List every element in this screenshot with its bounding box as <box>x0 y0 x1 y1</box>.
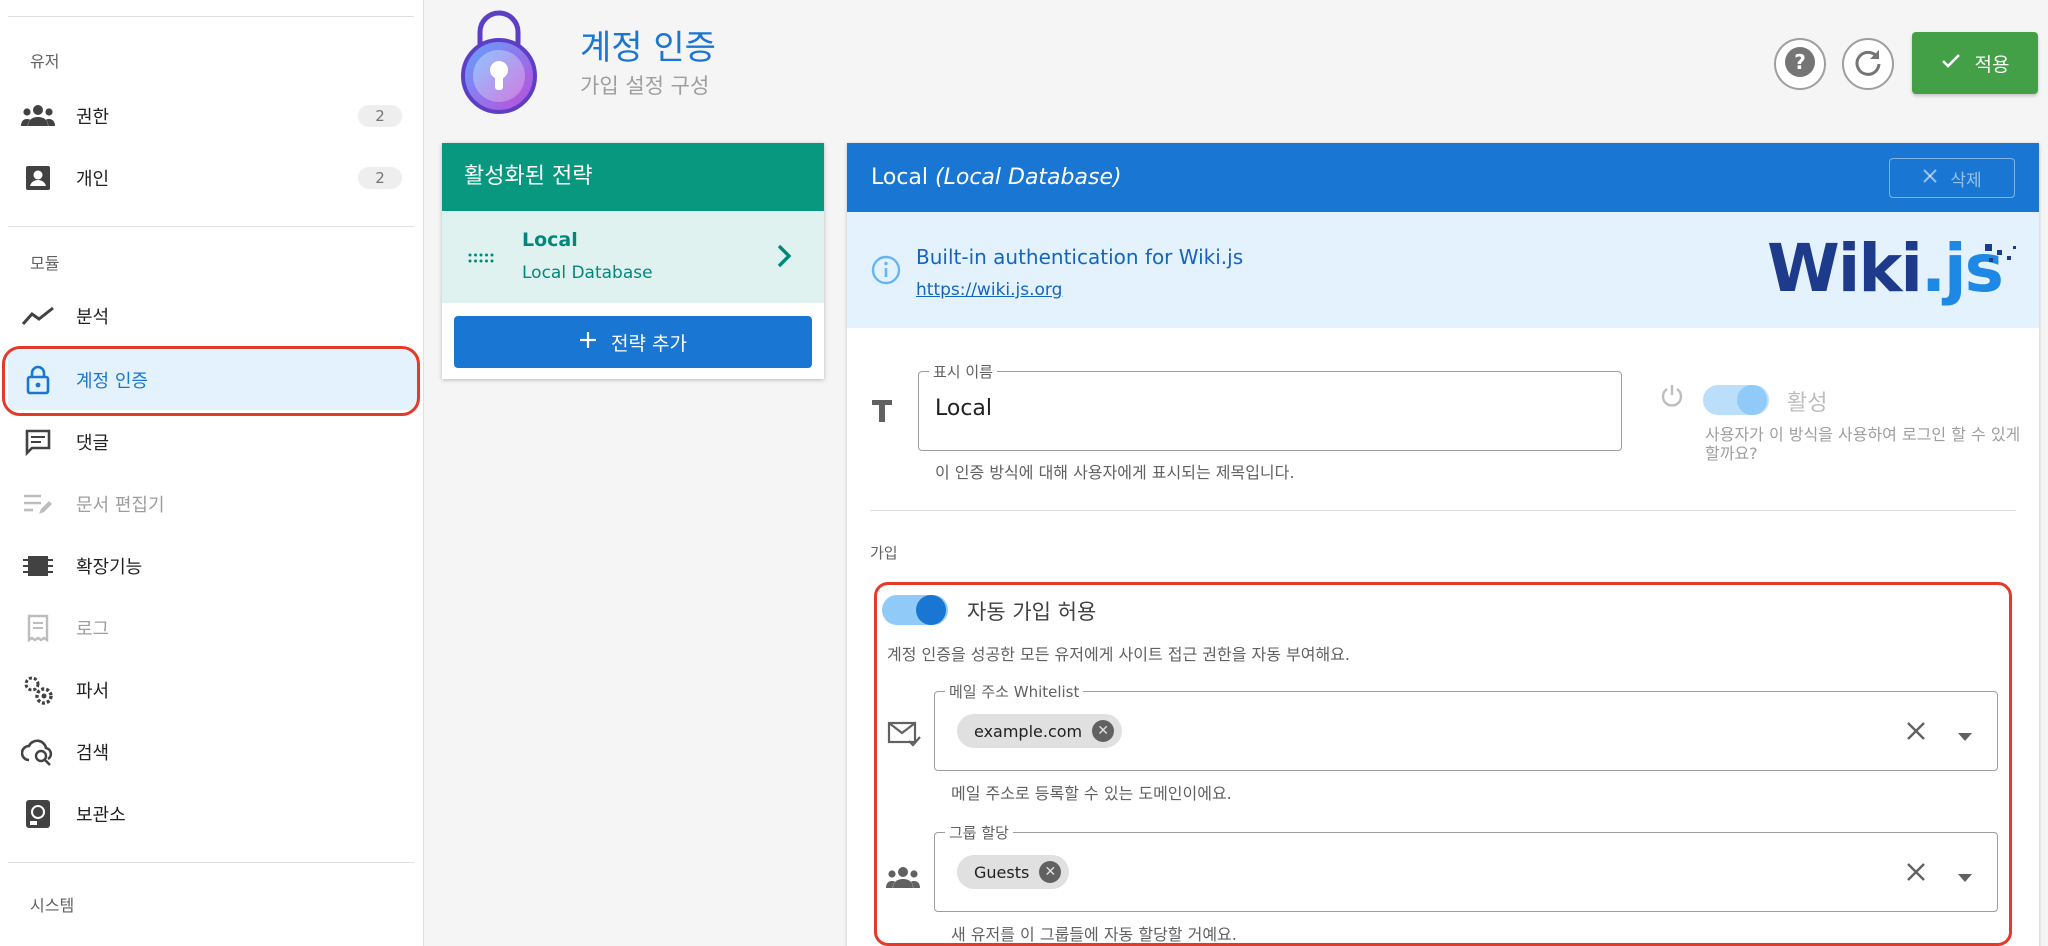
section-system-label: 시스템 <box>30 896 75 915</box>
help-icon: ? <box>1784 46 1816 82</box>
chip-icon <box>20 550 56 582</box>
sidebar-item-label: 검색 <box>76 743 110 764</box>
sidebar-item-comments[interactable]: 댓글 <box>8 412 418 472</box>
highlight-outline <box>874 582 2012 946</box>
active-label: 활성 <box>1787 391 1828 416</box>
groups-icon <box>20 100 56 132</box>
strategy-item-local[interactable]: Local Local Database <box>442 211 824 303</box>
sidebar-item-label: 개인 <box>76 169 110 190</box>
plus-icon <box>579 331 597 354</box>
edit-note-icon <box>20 488 56 520</box>
sidebar-item-rendering[interactable]: 파서 <box>8 660 418 720</box>
strategy-title: Local <box>871 165 929 190</box>
check-icon <box>1941 52 1961 74</box>
info-icon <box>871 255 901 289</box>
info-banner: Built-in authentication for Wiki.js http… <box>847 212 2039 328</box>
account-box-icon <box>20 162 56 194</box>
add-strategy-label: 전략 추가 <box>611 332 687 355</box>
sidebar-item-label: 파서 <box>76 681 110 702</box>
divider <box>870 510 2016 511</box>
info-description: Built-in authentication for Wiki.js <box>916 245 1244 269</box>
divider <box>8 862 414 863</box>
active-strategies-card: 활성화된 전략 Local Local Database 전략 추가 <box>442 143 824 379</box>
sidebar-item-label: 문서 편집기 <box>76 495 165 516</box>
strategy-subtitle: Local Database <box>522 263 653 283</box>
sidebar-item-extensions[interactable]: 확장기능 <box>8 536 418 596</box>
display-name-value: Local <box>935 396 993 421</box>
strategies-title: 활성화된 전략 <box>442 143 824 211</box>
signup-section-title: 가입 <box>870 544 898 562</box>
page-title: 계정 인증 <box>580 28 716 68</box>
sidebar-item-storage[interactable]: 보관소 <box>8 784 418 844</box>
count-badge: 2 <box>358 167 402 189</box>
active-toggle[interactable] <box>1699 379 1773 421</box>
sidebar-item-label: 권한 <box>76 107 110 128</box>
apply-button[interactable]: 적용 <box>1912 32 2038 94</box>
sidebar-item-analytics[interactable]: 분석 <box>8 286 418 346</box>
sidebar-item-groups[interactable]: 권한 2 <box>8 86 418 146</box>
auth-lock-logo-icon <box>458 8 540 118</box>
strategy-detail-header: Local (Local Database) 삭제 <box>847 143 2039 212</box>
sidebar-item-editor[interactable]: 문서 편집기 <box>8 474 418 534</box>
refresh-button[interactable] <box>1842 38 1894 90</box>
sidebar-item-users[interactable]: 개인 2 <box>8 148 418 208</box>
divider <box>8 16 414 17</box>
svg-text:?: ? <box>1794 50 1806 74</box>
sidebar: 유저 권한 2 개인 2 모듈 분석 계정 인증 댓글 문서 편집기 확장기능 … <box>0 0 424 946</box>
divider <box>8 226 414 227</box>
active-hint: 사용자가 이 방식을 사용하여 로그인 할 수 있게 할까요? <box>1705 425 2021 463</box>
chevron-right-icon <box>776 243 792 273</box>
receipt-icon <box>20 612 56 644</box>
power-icon <box>1659 383 1685 413</box>
logo-dots-icon <box>1983 242 2019 276</box>
strategy-title-sub: (Local Database) <box>935 165 1122 190</box>
sidebar-item-label: 분석 <box>76 307 110 328</box>
sidebar-item-logs[interactable]: 로그 <box>8 598 418 658</box>
delete-label: 삭제 <box>1950 170 1982 191</box>
highlight-outline <box>2 346 420 416</box>
count-badge: 2 <box>358 105 402 127</box>
wikijs-logo: Wiki.js <box>1767 230 2004 307</box>
sidebar-item-label: 확장기능 <box>76 557 143 578</box>
display-name-hint: 이 인증 방식에 대해 사용자에게 표시되는 제목입니다. <box>935 463 1295 482</box>
gears-icon <box>20 674 56 706</box>
chart-line-icon <box>20 300 56 332</box>
drag-handle-icon[interactable] <box>468 249 494 268</box>
comment-icon <box>20 426 56 458</box>
apply-label: 적용 <box>1974 53 2010 76</box>
refresh-icon <box>1853 47 1883 81</box>
close-icon <box>1922 168 1938 189</box>
text-format-icon <box>871 399 893 427</box>
section-users-label: 유저 <box>30 52 60 71</box>
section-modules-label: 모듈 <box>30 254 60 273</box>
cloud-search-icon <box>20 736 56 768</box>
page-subtitle: 가입 설정 구성 <box>580 74 710 98</box>
sidebar-item-search[interactable]: 검색 <box>8 722 418 782</box>
help-button[interactable]: ? <box>1774 38 1826 90</box>
add-strategy-button[interactable]: 전략 추가 <box>454 316 812 368</box>
sidebar-item-label: 보관소 <box>76 805 126 826</box>
storage-icon <box>20 798 56 830</box>
info-link[interactable]: https://wiki.js.org <box>916 280 1062 300</box>
sidebar-item-label: 댓글 <box>76 433 110 454</box>
delete-button[interactable]: 삭제 <box>1889 158 2015 198</box>
sidebar-item-label: 로그 <box>76 619 110 640</box>
display-name-field[interactable]: 표시 이름 Local <box>918 361 1622 451</box>
strategy-name: Local <box>522 229 578 251</box>
display-name-label: 표시 이름 <box>929 361 997 382</box>
